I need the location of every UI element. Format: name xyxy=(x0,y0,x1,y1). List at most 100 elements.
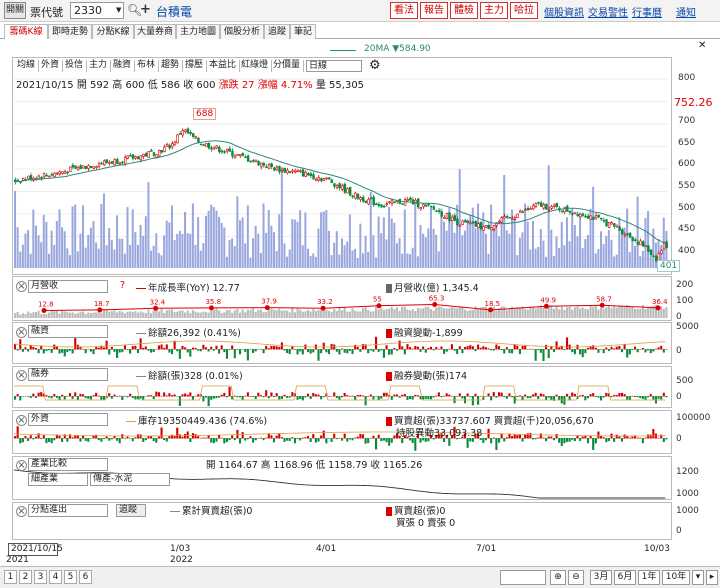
page-1[interactable]: 1 xyxy=(4,570,17,584)
indicator-select[interactable]: 融券 xyxy=(28,368,108,381)
tool-support[interactable]: 撐壓 xyxy=(182,60,208,72)
stock-info-link[interactable]: 個股資訊 xyxy=(544,4,584,19)
tab-large-broker[interactable]: 大量券商 xyxy=(134,24,176,39)
x-tick: 4/01 xyxy=(316,544,337,554)
zoom-in-icon[interactable]: ⊕ xyxy=(550,570,566,585)
axis-tick: 1000 xyxy=(676,506,699,516)
tool-margin[interactable]: 融資 xyxy=(110,60,136,72)
page-3[interactable]: 3 xyxy=(34,570,47,584)
info-high: 高 600 xyxy=(112,80,145,91)
close-panel-icon[interactable]: × xyxy=(16,460,27,471)
page-6[interactable]: 6 xyxy=(79,570,92,584)
tool-trust[interactable]: 投信 xyxy=(62,60,88,72)
notify-link[interactable]: 通知 xyxy=(676,4,696,19)
tab-chip-kline[interactable]: 籌碼K線 xyxy=(4,24,48,39)
indicator-select[interactable]: 外資 xyxy=(28,413,108,426)
track-button[interactable]: 追蹤 xyxy=(116,504,146,517)
price-tick: 550 xyxy=(678,181,696,191)
bottom-bar: 1 2 3 4 5 6 ⊕ ⊖ 3月 6月 1年 10年 ▾ ▸ xyxy=(0,566,720,588)
tool-volume-profile[interactable]: 分價量 xyxy=(270,60,305,72)
stock-name[interactable]: 台積電 xyxy=(156,3,192,20)
industry-select[interactable]: 細產業 xyxy=(28,473,88,486)
branch-panel xyxy=(12,502,672,540)
page-2[interactable]: 2 xyxy=(19,570,32,584)
indicator-select[interactable]: 融資 xyxy=(28,325,108,338)
page-4[interactable]: 4 xyxy=(49,570,62,584)
code-label: 票代號 xyxy=(30,6,63,19)
view-button[interactable]: 看法 xyxy=(390,2,418,19)
info-low: 低 586 xyxy=(147,80,180,91)
revenue-legend: 月營收(億) 1,345.4 xyxy=(386,280,479,294)
tool-ma[interactable]: 均線 xyxy=(14,60,40,72)
panel-help[interactable]: ? xyxy=(120,280,125,291)
foreign-holding-change: 持股異動33,093.38 xyxy=(396,428,483,439)
axis-tick: 0 xyxy=(676,434,682,444)
tool-traffic[interactable]: 紅綠燈 xyxy=(238,60,273,72)
revenue-panel xyxy=(12,276,672,321)
tab-realtime[interactable]: 即時走勢 xyxy=(48,24,92,39)
indicator-select[interactable]: 月營收 xyxy=(28,280,108,293)
period-select[interactable]: 日線 xyxy=(306,60,362,72)
scroll-field[interactable] xyxy=(500,570,546,585)
tool-pe[interactable]: 本益比 xyxy=(206,60,241,72)
zoom-3m[interactable]: 3月 xyxy=(590,570,612,585)
tool-foreign[interactable]: 外資 xyxy=(38,60,64,72)
price-tick: 700 xyxy=(678,116,696,126)
top-toolbar: 開關 票代號 2330 ▼ 🔍︎ + 台積電 看法 報告 體檢 主力 哈拉 個股… xyxy=(0,0,720,22)
axis-tick: 0 xyxy=(676,392,682,402)
tab-branch-kline[interactable]: 分點K線 xyxy=(92,24,134,39)
tab-track[interactable]: 追蹤 xyxy=(264,24,290,39)
tool-trend[interactable]: 趨勢 xyxy=(158,60,184,72)
indicator-select[interactable]: 分點進出 xyxy=(28,504,108,517)
zoom-6m[interactable]: 6月 xyxy=(614,570,636,585)
zoom-10y[interactable]: 10年 xyxy=(662,570,690,585)
checkup-button[interactable]: 體檢 xyxy=(450,2,478,19)
tab-notes[interactable]: 筆記 xyxy=(290,24,316,39)
indicator-select[interactable]: 產業比較 xyxy=(28,458,108,471)
zoom-out-icon[interactable]: ⊖ xyxy=(568,570,584,585)
chevron-down-icon[interactable]: ▼ xyxy=(116,6,121,14)
tab-analysis[interactable]: 個股分析 xyxy=(220,24,264,39)
tab-main-map[interactable]: 主力地圖 xyxy=(176,24,220,39)
zoom-1y[interactable]: 1年 xyxy=(638,570,660,585)
short-balance: 餘額(張)328 (0.01%) xyxy=(136,368,243,382)
chat-button[interactable]: 哈拉 xyxy=(510,2,538,19)
close-icon[interactable]: ✕ xyxy=(698,40,706,51)
price-tick: 400 xyxy=(678,246,696,256)
short-change: 融券變動(張)174 xyxy=(386,368,467,382)
industry-sub-select[interactable]: 傳產-水泥 xyxy=(90,473,170,486)
chevron-down-icon[interactable]: ▾ xyxy=(692,570,704,585)
main-force-button[interactable]: 主力 xyxy=(480,2,508,19)
report-button[interactable]: 報告 xyxy=(420,2,448,19)
info-volume: 量 55,305 xyxy=(315,80,365,91)
trade-alert-link[interactable]: 交易警性 xyxy=(588,4,628,19)
price-tick: 600 xyxy=(678,159,696,169)
foreign-holding: 庫存19350449.436 (74.6%) xyxy=(126,413,267,427)
max-price-label: 688 xyxy=(193,108,217,120)
add-icon[interactable]: + xyxy=(140,2,151,17)
chevron-right-icon[interactable]: ▸ xyxy=(706,570,718,585)
min-price-label: 401 xyxy=(657,260,681,272)
gear-icon[interactable]: ⚙ xyxy=(369,58,381,73)
close-panel-icon[interactable]: × xyxy=(16,415,27,426)
margin-panel xyxy=(12,322,672,364)
yoy-legend: 年成長率(YoY) 12.77 xyxy=(136,280,240,294)
axis-tick: 100000 xyxy=(676,413,711,423)
close-panel-icon[interactable]: × xyxy=(16,506,27,517)
calendar-link[interactable]: 行事曆 xyxy=(632,4,662,19)
tool-main[interactable]: 主力 xyxy=(86,60,112,72)
info-open: 開 592 xyxy=(76,80,110,91)
page-5[interactable]: 5 xyxy=(64,570,77,584)
open-button[interactable]: 開關 xyxy=(4,2,26,19)
axis-tick: 0 xyxy=(676,312,682,322)
close-panel-icon[interactable]: × xyxy=(16,281,27,292)
close-panel-icon[interactable]: × xyxy=(16,327,27,338)
ma-legend-line xyxy=(330,50,356,51)
close-panel-icon[interactable]: × xyxy=(16,370,27,381)
industry-ohlc: 開 1164.67 高 1168.96 低 1158.79 收 1165.26 xyxy=(206,460,423,471)
info-pct: 漲幅 4.71% xyxy=(257,80,313,91)
price-tick: 450 xyxy=(678,224,696,234)
axis-tick: 200 xyxy=(676,280,694,290)
tool-bollinger[interactable]: 布林 xyxy=(134,60,160,72)
last-price-tag: 752.26 xyxy=(674,96,713,109)
